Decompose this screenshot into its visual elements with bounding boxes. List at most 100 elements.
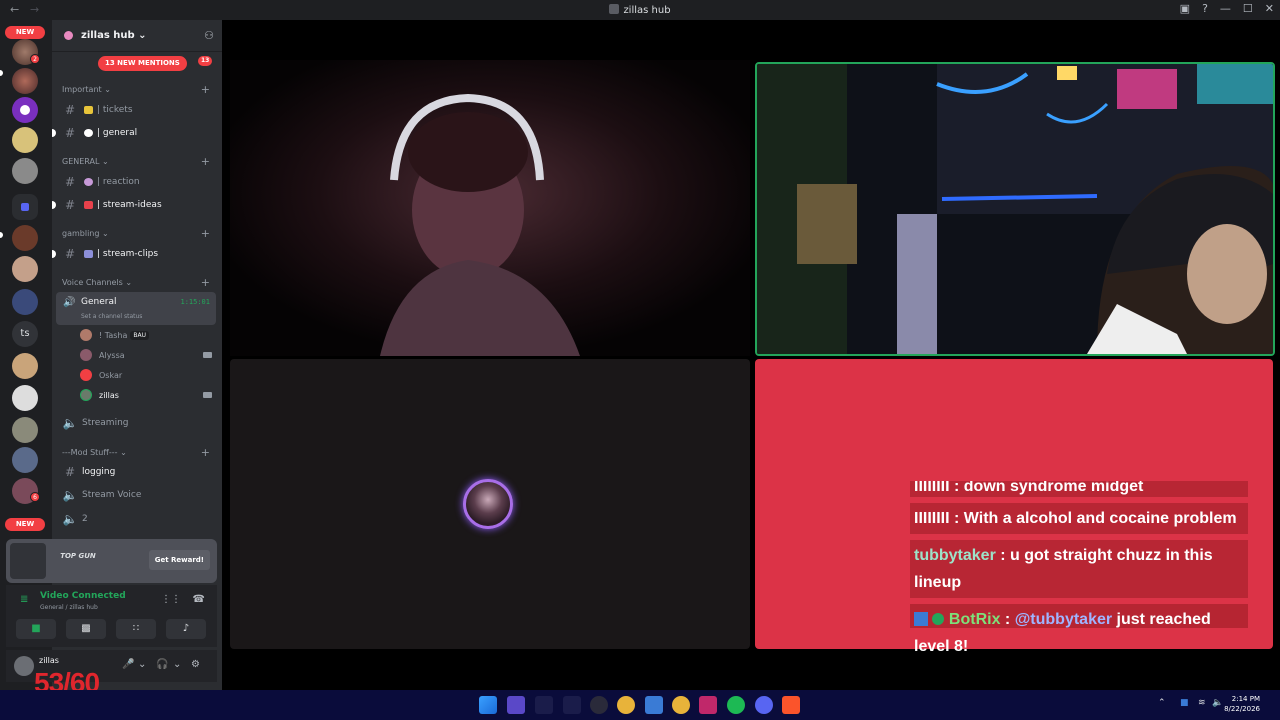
noise-suppression-icon[interactable]: ⋮⋮ <box>161 594 181 605</box>
user-avatar[interactable] <box>14 656 34 676</box>
category-voice-channels[interactable]: Voice Channels ⌄ <box>62 278 132 287</box>
activities-button[interactable]: ∷ <box>116 619 156 639</box>
participant-avatar[interactable] <box>463 479 513 529</box>
server-avatar-3[interactable] <box>12 127 38 153</box>
app-icon[interactable] <box>563 696 581 714</box>
promo-brand: TOP GUN <box>60 552 96 560</box>
disconnect-icon[interactable]: ☎ <box>193 594 205 605</box>
voice-user-tasha[interactable]: ! Tasha BAU <box>80 326 149 344</box>
voice-channel-stream-voice[interactable]: 🔈 Stream Voice <box>56 485 216 505</box>
add-channel-icon[interactable]: + <box>201 276 210 289</box>
channel-stream-clips[interactable]: # | stream-clips <box>52 244 216 264</box>
wifi-icon[interactable]: ≋ <box>1198 698 1206 708</box>
voice-user-oskar[interactable]: Oskar <box>80 366 122 384</box>
hash-icon: # <box>64 175 76 189</box>
video-tile-2-speaking[interactable] <box>755 62 1275 356</box>
category-mod-stuff[interactable]: ---Mod Stuff--- ⌄ <box>62 448 127 457</box>
channel-tickets[interactable]: # | tickets <box>56 100 216 120</box>
settings-gear-icon[interactable]: ⚙ <box>191 659 200 670</box>
app-icon[interactable] <box>699 696 717 714</box>
channel-stream-ideas[interactable]: # | stream-ideas <box>52 195 216 215</box>
close-icon[interactable]: ✕ <box>1265 2 1274 15</box>
camera-button[interactable]: ■ <box>16 619 56 639</box>
video-tile-3-avatar[interactable] <box>230 359 750 649</box>
server-name[interactable]: zillas hub ⌄ <box>81 30 147 41</box>
add-channel-icon[interactable]: + <box>201 155 210 168</box>
connection-location[interactable]: General / zillas hub <box>40 604 98 611</box>
channel-reaction[interactable]: # | reaction <box>56 172 216 192</box>
avatar <box>80 389 92 401</box>
tray-app-icon[interactable]: ■ <box>1180 698 1189 708</box>
new-mentions-pill[interactable]: 13 NEW MENTIONS <box>98 56 187 71</box>
camera-on-icon <box>203 392 212 398</box>
screen-share-button[interactable]: ▩ <box>66 619 106 639</box>
server-ts[interactable]: ts <box>12 321 38 347</box>
title-bar: ← → zillas hub ▣ ? — ☐ ✕ <box>0 0 1280 20</box>
tray-chevron-icon[interactable]: ⌃ <box>1158 698 1166 708</box>
maximize-icon[interactable]: ☐ <box>1243 2 1253 15</box>
minimize-icon[interactable]: — <box>1220 2 1231 15</box>
widgets-icon[interactable] <box>507 696 525 714</box>
category-important[interactable]: Important ⌄ <box>62 85 111 94</box>
server-badge: 2 <box>30 54 40 64</box>
voice-channel-2[interactable]: 🔈 2 <box>56 509 216 529</box>
server-avatar-cat[interactable] <box>12 158 38 184</box>
chevron-down-icon[interactable]: ⌄ <box>138 659 146 670</box>
brave-icon[interactable] <box>782 696 800 714</box>
discord-icon[interactable] <box>755 696 773 714</box>
spotify-icon[interactable] <box>727 696 745 714</box>
app-icon[interactable] <box>535 696 553 714</box>
microphone-icon[interactable]: 🎤 <box>122 659 134 670</box>
get-reward-button[interactable]: Get Reward! <box>148 550 210 570</box>
webcam-feed-1 <box>230 60 750 356</box>
obs-icon[interactable] <box>590 696 608 714</box>
add-friend-icon[interactable]: ⚇ <box>204 29 214 42</box>
username[interactable]: zillas <box>39 656 59 665</box>
signal-icon[interactable]: ≣ <box>20 594 28 605</box>
start-icon[interactable] <box>479 696 497 714</box>
server-avatar-5[interactable] <box>12 256 38 282</box>
voice-user-zillas[interactable]: zillas <box>80 386 119 404</box>
channel-general[interactable]: # | general <box>52 123 216 143</box>
voice-user-alyssa[interactable]: Alyssa <box>80 346 125 364</box>
chevron-down-icon[interactable]: ⌄ <box>173 659 181 670</box>
category-gambling[interactable]: gambling ⌄ <box>62 229 109 238</box>
add-channel-icon[interactable]: + <box>201 227 210 240</box>
channel-logging[interactable]: # logging <box>56 462 216 482</box>
server-avatar-7[interactable] <box>12 353 38 379</box>
chrome-icon[interactable] <box>672 696 690 714</box>
add-channel-icon[interactable]: + <box>201 446 210 459</box>
server-avatar-eye[interactable] <box>12 97 38 123</box>
speaker-icon: 🔈 <box>62 512 78 526</box>
volume-icon[interactable]: 🔈 <box>1212 698 1223 708</box>
server-avatar-9[interactable] <box>12 447 38 473</box>
chat-message: IIIIIIII : down syndrome midget <box>910 481 1248 497</box>
server-icon <box>64 31 73 40</box>
headphones-icon[interactable]: 🎧 <box>156 659 168 670</box>
voice-channel-general[interactable]: 🔊 General 1:15:01 Set a channel status <box>56 292 216 325</box>
chat-message: tubbytaker : u got straight chuzz in thi… <box>910 540 1248 598</box>
new-badge-top: NEW <box>5 26 45 39</box>
server-header[interactable]: zillas hub ⌄ ⚇ <box>52 20 222 52</box>
video-tile-1[interactable] <box>230 60 750 356</box>
chrome-icon[interactable] <box>617 696 635 714</box>
avatar <box>80 369 92 381</box>
category-general[interactable]: GENERAL ⌄ <box>62 157 109 166</box>
app-icon[interactable] <box>645 696 663 714</box>
server-avatar-8[interactable] <box>12 417 38 443</box>
inbox-icon[interactable]: ▣ <box>1180 2 1190 15</box>
server-avatar-2[interactable] <box>12 68 38 94</box>
channel-status-input[interactable]: Set a channel status <box>81 313 142 320</box>
server-avatar-4[interactable] <box>12 225 38 251</box>
server-avatar-6[interactable] <box>12 289 38 315</box>
help-icon[interactable]: ? <box>1202 2 1208 15</box>
voice-channel-streaming[interactable]: 🔈 Streaming <box>56 413 216 433</box>
speaker-icon: 🔈 <box>62 488 78 502</box>
server-avatar-allin[interactable] <box>12 385 38 411</box>
add-channel-icon[interactable]: + <box>201 83 210 96</box>
server-folder[interactable] <box>12 194 38 220</box>
mod-icon <box>914 612 928 626</box>
soundboard-button[interactable]: ♪ <box>166 619 206 639</box>
avatar <box>80 329 92 341</box>
system-clock[interactable]: 2:14 PM 8/22/2026 <box>1224 694 1260 714</box>
